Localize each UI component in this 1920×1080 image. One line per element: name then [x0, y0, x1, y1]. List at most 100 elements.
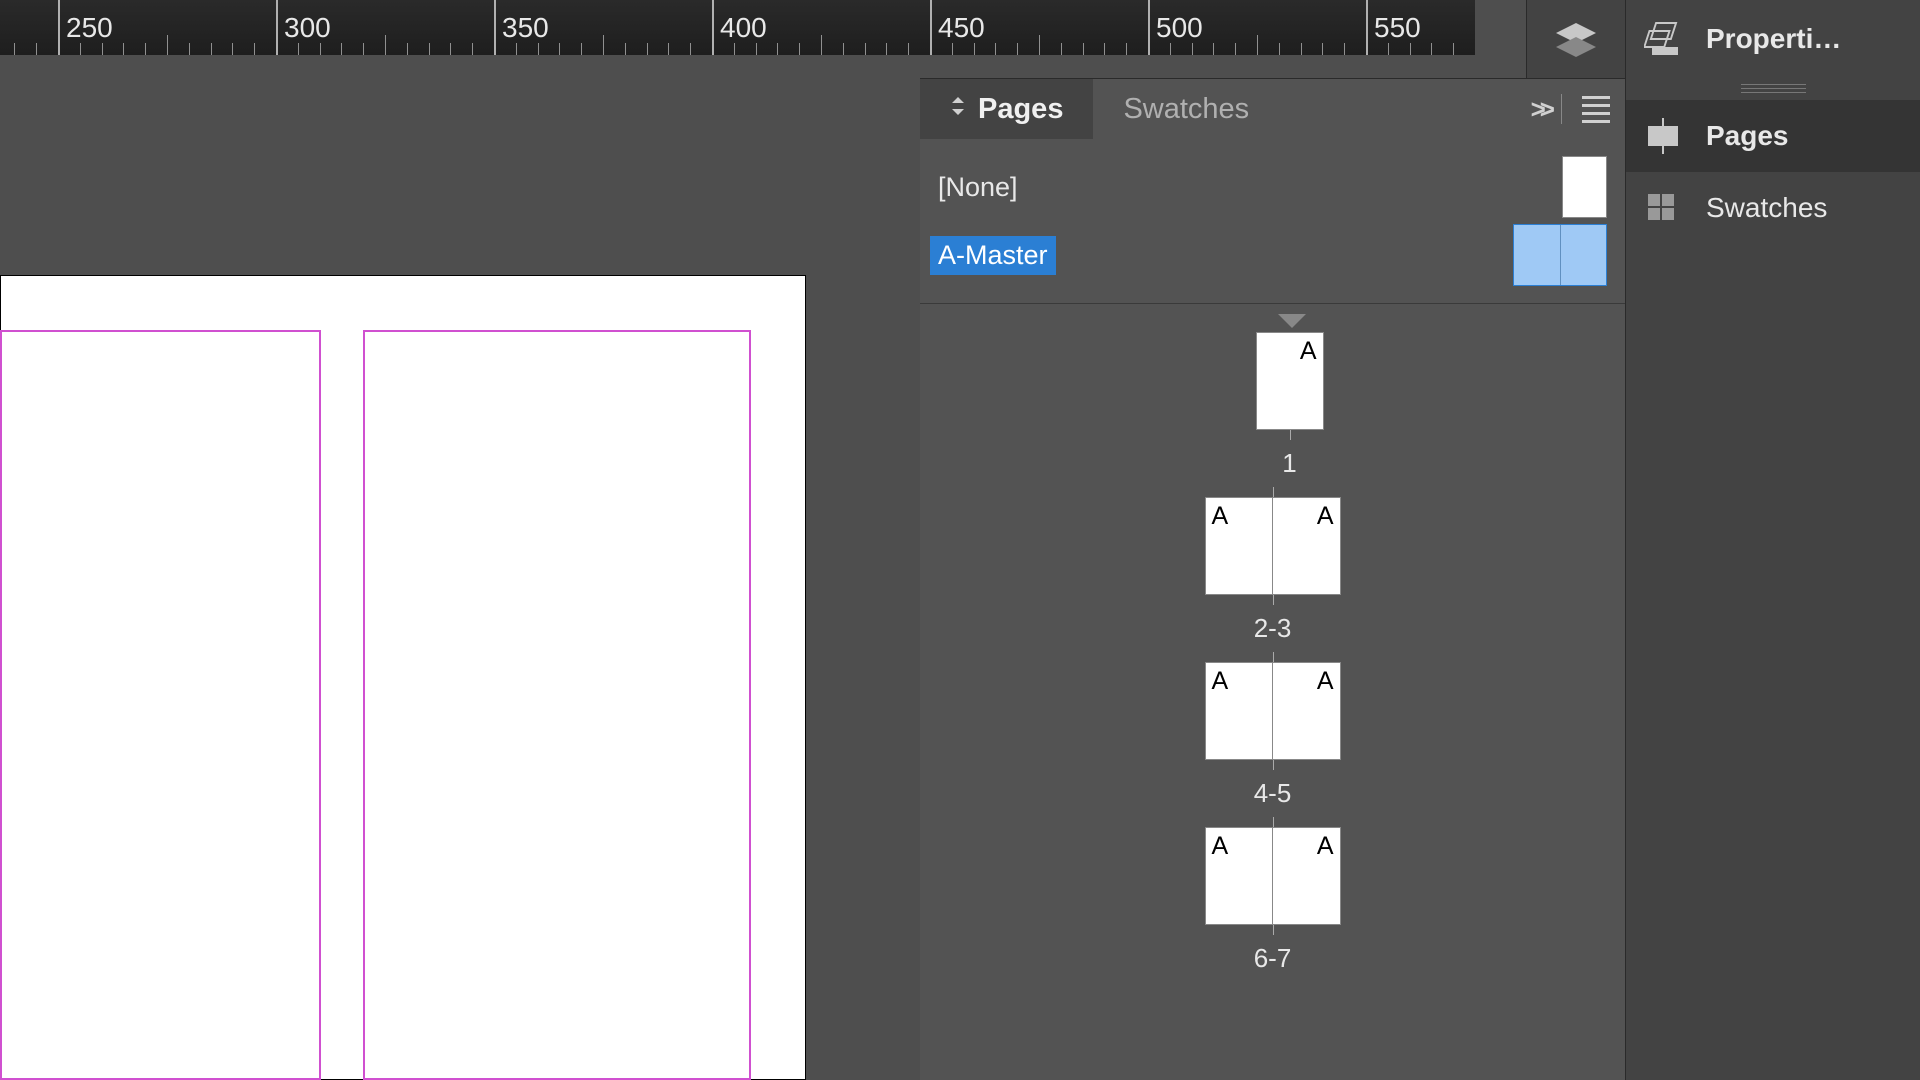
ruler-minor-tick — [298, 43, 299, 55]
ruler-minor-tick — [1388, 43, 1389, 55]
ruler-minor-tick — [1104, 43, 1105, 55]
ruler-major-tick: 450 — [930, 0, 932, 55]
page-entry-4-5[interactable]: A A 4-5 — [1205, 662, 1341, 809]
tab-swatches[interactable]: Swatches — [1093, 79, 1279, 139]
page-master-letter: A — [1317, 667, 1334, 696]
page-number-label: 6-7 — [1254, 943, 1292, 974]
page-entry-2-3[interactable]: A A 2-3 — [1205, 497, 1341, 644]
panel-menu-icon[interactable] — [1582, 96, 1610, 123]
ruler-minor-tick — [734, 43, 735, 55]
ruler-tick-label: 350 — [502, 12, 549, 44]
ruler-minor-tick — [1039, 35, 1040, 55]
ruler-minor-tick — [363, 43, 364, 55]
margin-guide-right — [363, 330, 751, 1080]
ruler-minor-tick — [516, 43, 517, 55]
ruler-minor-tick — [538, 43, 539, 55]
ruler-minor-tick — [1213, 43, 1214, 55]
sidebar-pages-label: Pages — [1706, 120, 1789, 152]
sidebar-item-pages[interactable]: Pages — [1626, 100, 1920, 172]
ruler-minor-tick — [1083, 43, 1084, 55]
ruler-minor-tick — [472, 43, 473, 55]
ruler-minor-tick — [559, 43, 560, 55]
master-a-row[interactable]: A-Master — [920, 221, 1625, 289]
ruler-minor-tick — [320, 43, 321, 55]
ruler-minor-tick — [1061, 43, 1062, 55]
sidebar-swatches-label: Swatches — [1706, 192, 1827, 224]
pages-icon — [1644, 116, 1688, 156]
ruler-minor-tick — [1453, 43, 1454, 55]
master-a-thumb[interactable] — [1513, 224, 1607, 286]
page-number-label: 2-3 — [1254, 613, 1292, 644]
ruler-minor-tick — [211, 43, 212, 55]
tab-pages-label: Pages — [978, 93, 1063, 126]
sidebar-item-swatches[interactable]: Swatches — [1626, 172, 1920, 244]
ruler-minor-tick — [232, 43, 233, 55]
page-number-label: 1 — [1282, 448, 1296, 479]
ruler-minor-tick — [429, 43, 430, 55]
ruler-minor-tick — [1322, 43, 1323, 55]
ruler-minor-tick — [1126, 43, 1127, 55]
ruler-tick-label: 550 — [1374, 12, 1421, 44]
page-master-letter: A — [1317, 502, 1334, 531]
ruler-minor-tick — [385, 35, 386, 55]
ruler-minor-tick — [886, 43, 887, 55]
ruler-minor-tick — [80, 43, 81, 55]
ruler-minor-tick — [974, 43, 975, 55]
ruler-minor-tick — [145, 43, 146, 55]
ruler-minor-tick — [1235, 43, 1236, 55]
ruler-minor-tick — [603, 35, 604, 55]
ruler-minor-tick — [14, 43, 15, 55]
master-none-row[interactable]: [None] — [920, 153, 1625, 221]
ruler-minor-tick — [995, 43, 996, 55]
master-none-thumb[interactable] — [1562, 156, 1607, 218]
page-master-letter: A — [1300, 337, 1317, 366]
page-thumb-3[interactable]: A — [1273, 497, 1341, 595]
ruler-tick-label: 450 — [938, 12, 985, 44]
ruler-tick-label: 500 — [1156, 12, 1203, 44]
master-a-label: A-Master — [930, 236, 1056, 275]
ruler-major-tick: 400 — [712, 0, 714, 55]
page-thumb-6[interactable]: A — [1205, 827, 1273, 925]
page-thumb-5[interactable]: A — [1273, 662, 1341, 760]
ruler-minor-tick — [581, 43, 582, 55]
ruler-major-tick: 500 — [1148, 0, 1150, 55]
ruler-minor-tick — [1017, 43, 1018, 55]
page-entry-6-7[interactable]: A A 6-7 — [1205, 827, 1341, 974]
horizontal-ruler[interactable]: 250300350400450500550 — [0, 0, 1475, 55]
masters-section: [None] A-Master — [920, 139, 1625, 304]
ruler-major-tick: 550 — [1366, 0, 1368, 55]
ruler-minor-tick — [908, 43, 909, 55]
ruler-minor-tick — [865, 43, 866, 55]
drag-handle[interactable] — [1626, 78, 1920, 100]
swatches-icon — [1644, 188, 1688, 228]
collapse-panel-icon[interactable]: >> — [1531, 94, 1549, 125]
tab-pages[interactable]: Pages — [920, 79, 1093, 139]
ruler-minor-tick — [407, 43, 408, 55]
pages-panel: Pages Swatches >> [None] A-Master — [920, 78, 1625, 1080]
sidebar-item-properties[interactable]: Properti… — [1626, 0, 1920, 78]
ruler-minor-tick — [167, 35, 168, 55]
layers-icon — [1552, 15, 1600, 63]
ruler-minor-tick — [668, 43, 669, 55]
page-entry-1[interactable]: A 1 — [1222, 332, 1324, 479]
page-thumb-2[interactable]: A — [1205, 497, 1273, 595]
page-thumb-7[interactable]: A — [1273, 827, 1341, 925]
ruler-minor-tick — [1301, 43, 1302, 55]
page-master-letter: A — [1212, 502, 1229, 531]
ruler-minor-tick — [1279, 43, 1280, 55]
divider — [1561, 94, 1562, 124]
ruler-minor-tick — [189, 43, 190, 55]
canvas-area[interactable] — [0, 55, 920, 1080]
page-thumb-4[interactable]: A — [1205, 662, 1273, 760]
properties-icon — [1644, 17, 1688, 61]
tab-swatches-label: Swatches — [1123, 93, 1249, 126]
page-number-label: 4-5 — [1254, 778, 1292, 809]
page-thumb-1[interactable]: A — [1256, 332, 1324, 430]
ruler-major-tick: 350 — [494, 0, 496, 55]
ruler-minor-tick — [450, 43, 451, 55]
ruler-minor-tick — [102, 43, 103, 55]
ruler-minor-tick — [1344, 43, 1345, 55]
layers-button[interactable] — [1526, 0, 1626, 78]
ruler-minor-tick — [647, 43, 648, 55]
ruler-minor-tick — [625, 43, 626, 55]
